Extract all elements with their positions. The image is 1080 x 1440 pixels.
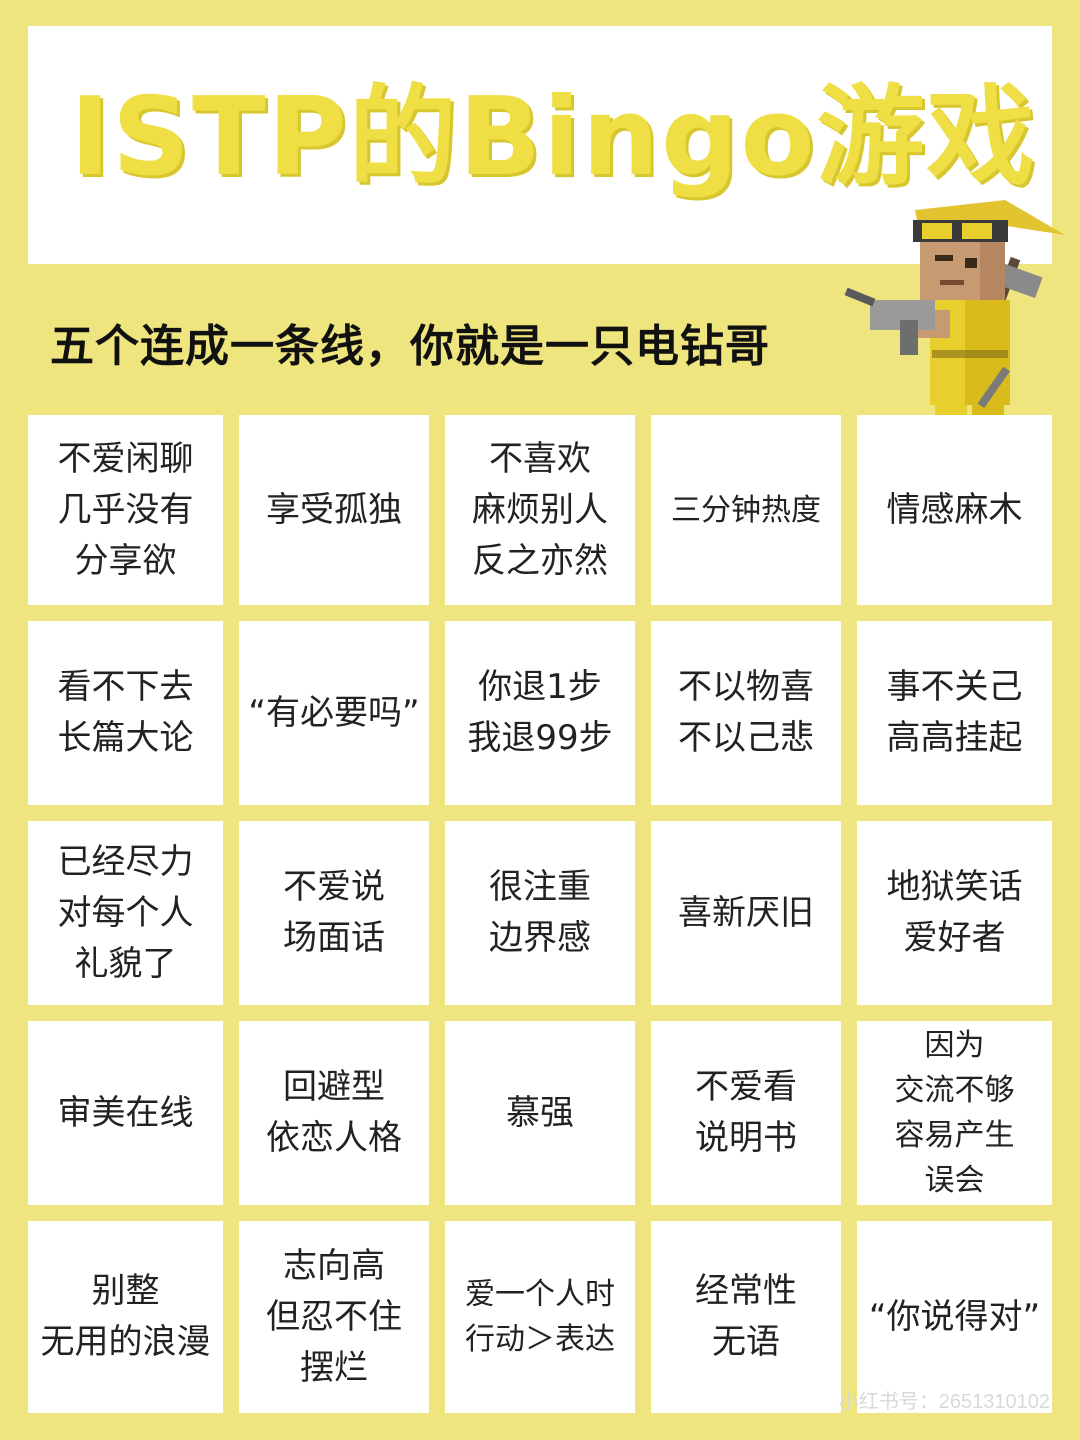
- bingo-cell: 不爱闲聊 几乎没有 分享欲: [28, 415, 223, 605]
- bingo-cell: 爱一个人时 行动＞表达: [445, 1221, 635, 1413]
- subtitle: 五个连成一条线，你就是一只电钻哥: [50, 321, 770, 372]
- bingo-cell: 享受孤独: [239, 415, 429, 605]
- bingo-cell: 不爱说 场面话: [239, 821, 429, 1005]
- bingo-cell: 已经尽力 对每个人 礼貌了: [28, 821, 223, 1005]
- bingo-cell: 慕强: [445, 1021, 635, 1205]
- bingo-cell: 情感麻木: [857, 415, 1052, 605]
- bingo-cell: 看不下去 长篇大论: [28, 621, 223, 805]
- bingo-cell: 喜新厌旧: [651, 821, 841, 1005]
- bingo-cell: 你退1步 我退99步: [445, 621, 635, 805]
- bingo-cell: 因为 交流不够 容易产生 误会: [857, 1021, 1052, 1205]
- watermark: 小红书号：2651310102: [838, 1391, 1050, 1413]
- page-title: ISTP的Bingo游戏: [70, 75, 1037, 200]
- bingo-grid: 不爱闲聊 几乎没有 分享欲 享受孤独 不喜欢 麻烦别人 反之亦然 三分钟热度 情…: [28, 415, 1052, 1413]
- bingo-cell: 志向高 但忍不住 摆烂: [239, 1221, 429, 1413]
- bingo-cell: 事不关己 高高挂起: [857, 621, 1052, 805]
- bingo-cell: 审美在线: [28, 1021, 223, 1205]
- bingo-cell: 经常性 无语: [651, 1221, 841, 1413]
- bingo-cell: 不喜欢 麻烦别人 反之亦然: [445, 415, 635, 605]
- bingo-cell: 不以物喜 不以己悲: [651, 621, 841, 805]
- bingo-cell: 别整 无用的浪漫: [28, 1221, 223, 1413]
- bingo-cell: 不爱看 说明书: [651, 1021, 841, 1205]
- bingo-cell: 三分钟热度: [651, 415, 841, 605]
- bingo-cell: 回避型 依恋人格: [239, 1021, 429, 1205]
- bingo-cell: 地狱笑话 爱好者: [857, 821, 1052, 1005]
- bingo-cell: “有必要吗”: [239, 621, 429, 805]
- bingo-cell: 很注重 边界感: [445, 821, 635, 1005]
